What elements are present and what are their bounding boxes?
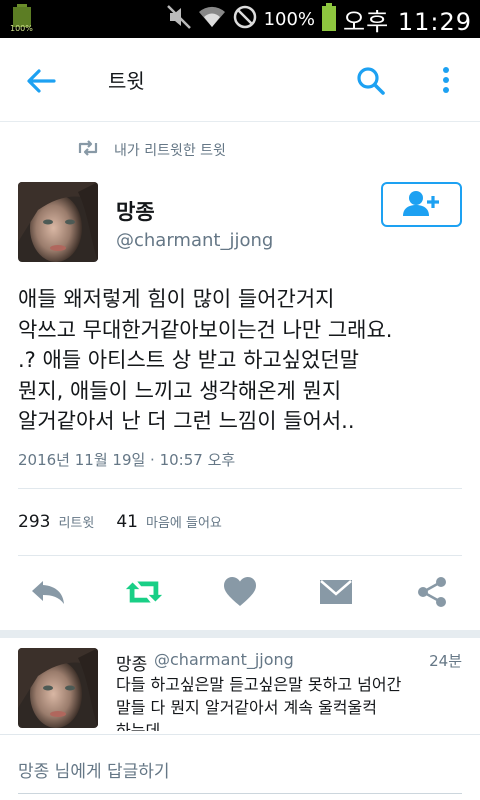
- battery-icon: [321, 3, 337, 35]
- divider: [18, 555, 462, 556]
- more-vert-icon[interactable]: [436, 64, 456, 98]
- blocked-icon: [232, 4, 258, 34]
- follow-button[interactable]: [381, 182, 462, 227]
- tweet-actions: [0, 572, 480, 620]
- tweet-timestamp: 2016년 11월 19일 · 10:57 오후: [18, 451, 236, 469]
- like-count[interactable]: 41: [116, 512, 138, 532]
- search-icon[interactable]: [354, 64, 388, 98]
- retweet-small-icon: [76, 140, 100, 160]
- tweet-stats: 293 리트윗 41 마음에 들어요: [18, 512, 236, 532]
- toolbar: 트윗: [0, 38, 480, 122]
- battery-notification-label: 100%: [10, 24, 33, 33]
- sound-muted-icon: [166, 4, 192, 34]
- back-arrow-icon[interactable]: [24, 64, 58, 98]
- author-handle[interactable]: @charmant_jjong: [116, 230, 273, 251]
- retweet-count[interactable]: 293: [18, 512, 50, 532]
- like-count-label[interactable]: 마음에 들어요: [146, 512, 222, 531]
- wifi-icon: [198, 5, 226, 33]
- reply-author-name[interactable]: 망종: [116, 650, 147, 675]
- section-separator: [0, 630, 480, 638]
- reply-text[interactable]: 다들 하고싶은말 듣고싶은말 못하고 넘어간 말들 다 뭔지 알거같아서 계속 …: [116, 673, 462, 731]
- reply-time: 24분: [429, 652, 462, 670]
- reply-input-placeholder[interactable]: 망종 님에게 답글하기: [18, 757, 170, 782]
- battery-percent: 100%: [263, 8, 316, 30]
- status-bar: 100% 100% 오후 11:29: [0, 0, 480, 38]
- like-heart-icon[interactable]: [220, 572, 260, 612]
- reply-icon[interactable]: [28, 572, 68, 612]
- add-user-icon: [402, 189, 442, 221]
- tweet-text: 애들 왜저렇게 힘이 많이 들어간거지 악쓰고 무대한거같아보이는건 나만 그래…: [18, 287, 393, 433]
- author-name[interactable]: 망종: [116, 196, 155, 226]
- retweet-icon[interactable]: [124, 572, 164, 612]
- reply-author-handle[interactable]: @charmant_jjong: [154, 650, 294, 669]
- message-icon[interactable]: [316, 572, 356, 612]
- divider: [18, 488, 462, 489]
- reply-composer[interactable]: 망종 님에게 답글하기: [0, 734, 480, 800]
- reply-avatar[interactable]: [18, 648, 98, 728]
- page-title: 트윗: [108, 69, 145, 93]
- avatar[interactable]: [18, 182, 98, 262]
- retweet-count-label[interactable]: 리트윗: [58, 512, 94, 531]
- retweet-context: 내가 리트윗한 트윗: [76, 140, 226, 160]
- status-time: 오후 11:29: [343, 7, 472, 36]
- retweet-context-label: 내가 리트윗한 트윗: [114, 143, 226, 159]
- share-icon[interactable]: [412, 572, 452, 612]
- reply-input-underline: [18, 793, 462, 794]
